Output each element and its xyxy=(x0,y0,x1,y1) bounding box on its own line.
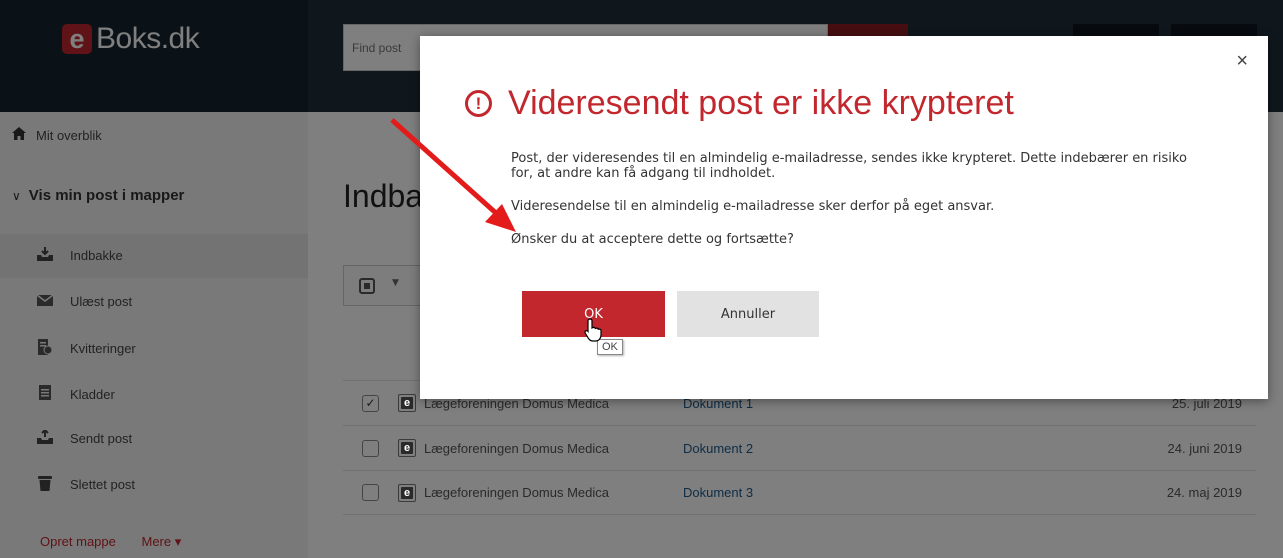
dialog-paragraph: Videresendelse til en almindelig e-maila… xyxy=(511,199,995,214)
warning-dialog: × ! Videresendt post er ikke krypteret P… xyxy=(420,36,1268,399)
hand-cursor-icon xyxy=(584,318,602,342)
dialog-body: Post, der videresendes til en almindelig… xyxy=(511,151,1191,265)
close-icon[interactable]: × xyxy=(1236,50,1248,73)
dialog-paragraph: Post, der videresendes til en almindelig… xyxy=(511,151,1187,181)
alert-icon: ! xyxy=(465,90,492,117)
cancel-button[interactable]: Annuller xyxy=(677,291,819,337)
dialog-title: Videresendt post er ikke krypteret xyxy=(508,84,1014,122)
dialog-question: Ønsker du at acceptere dette og fortsætt… xyxy=(511,232,794,247)
dialog-title-row: ! Videresendt post er ikke krypteret xyxy=(465,84,1014,123)
